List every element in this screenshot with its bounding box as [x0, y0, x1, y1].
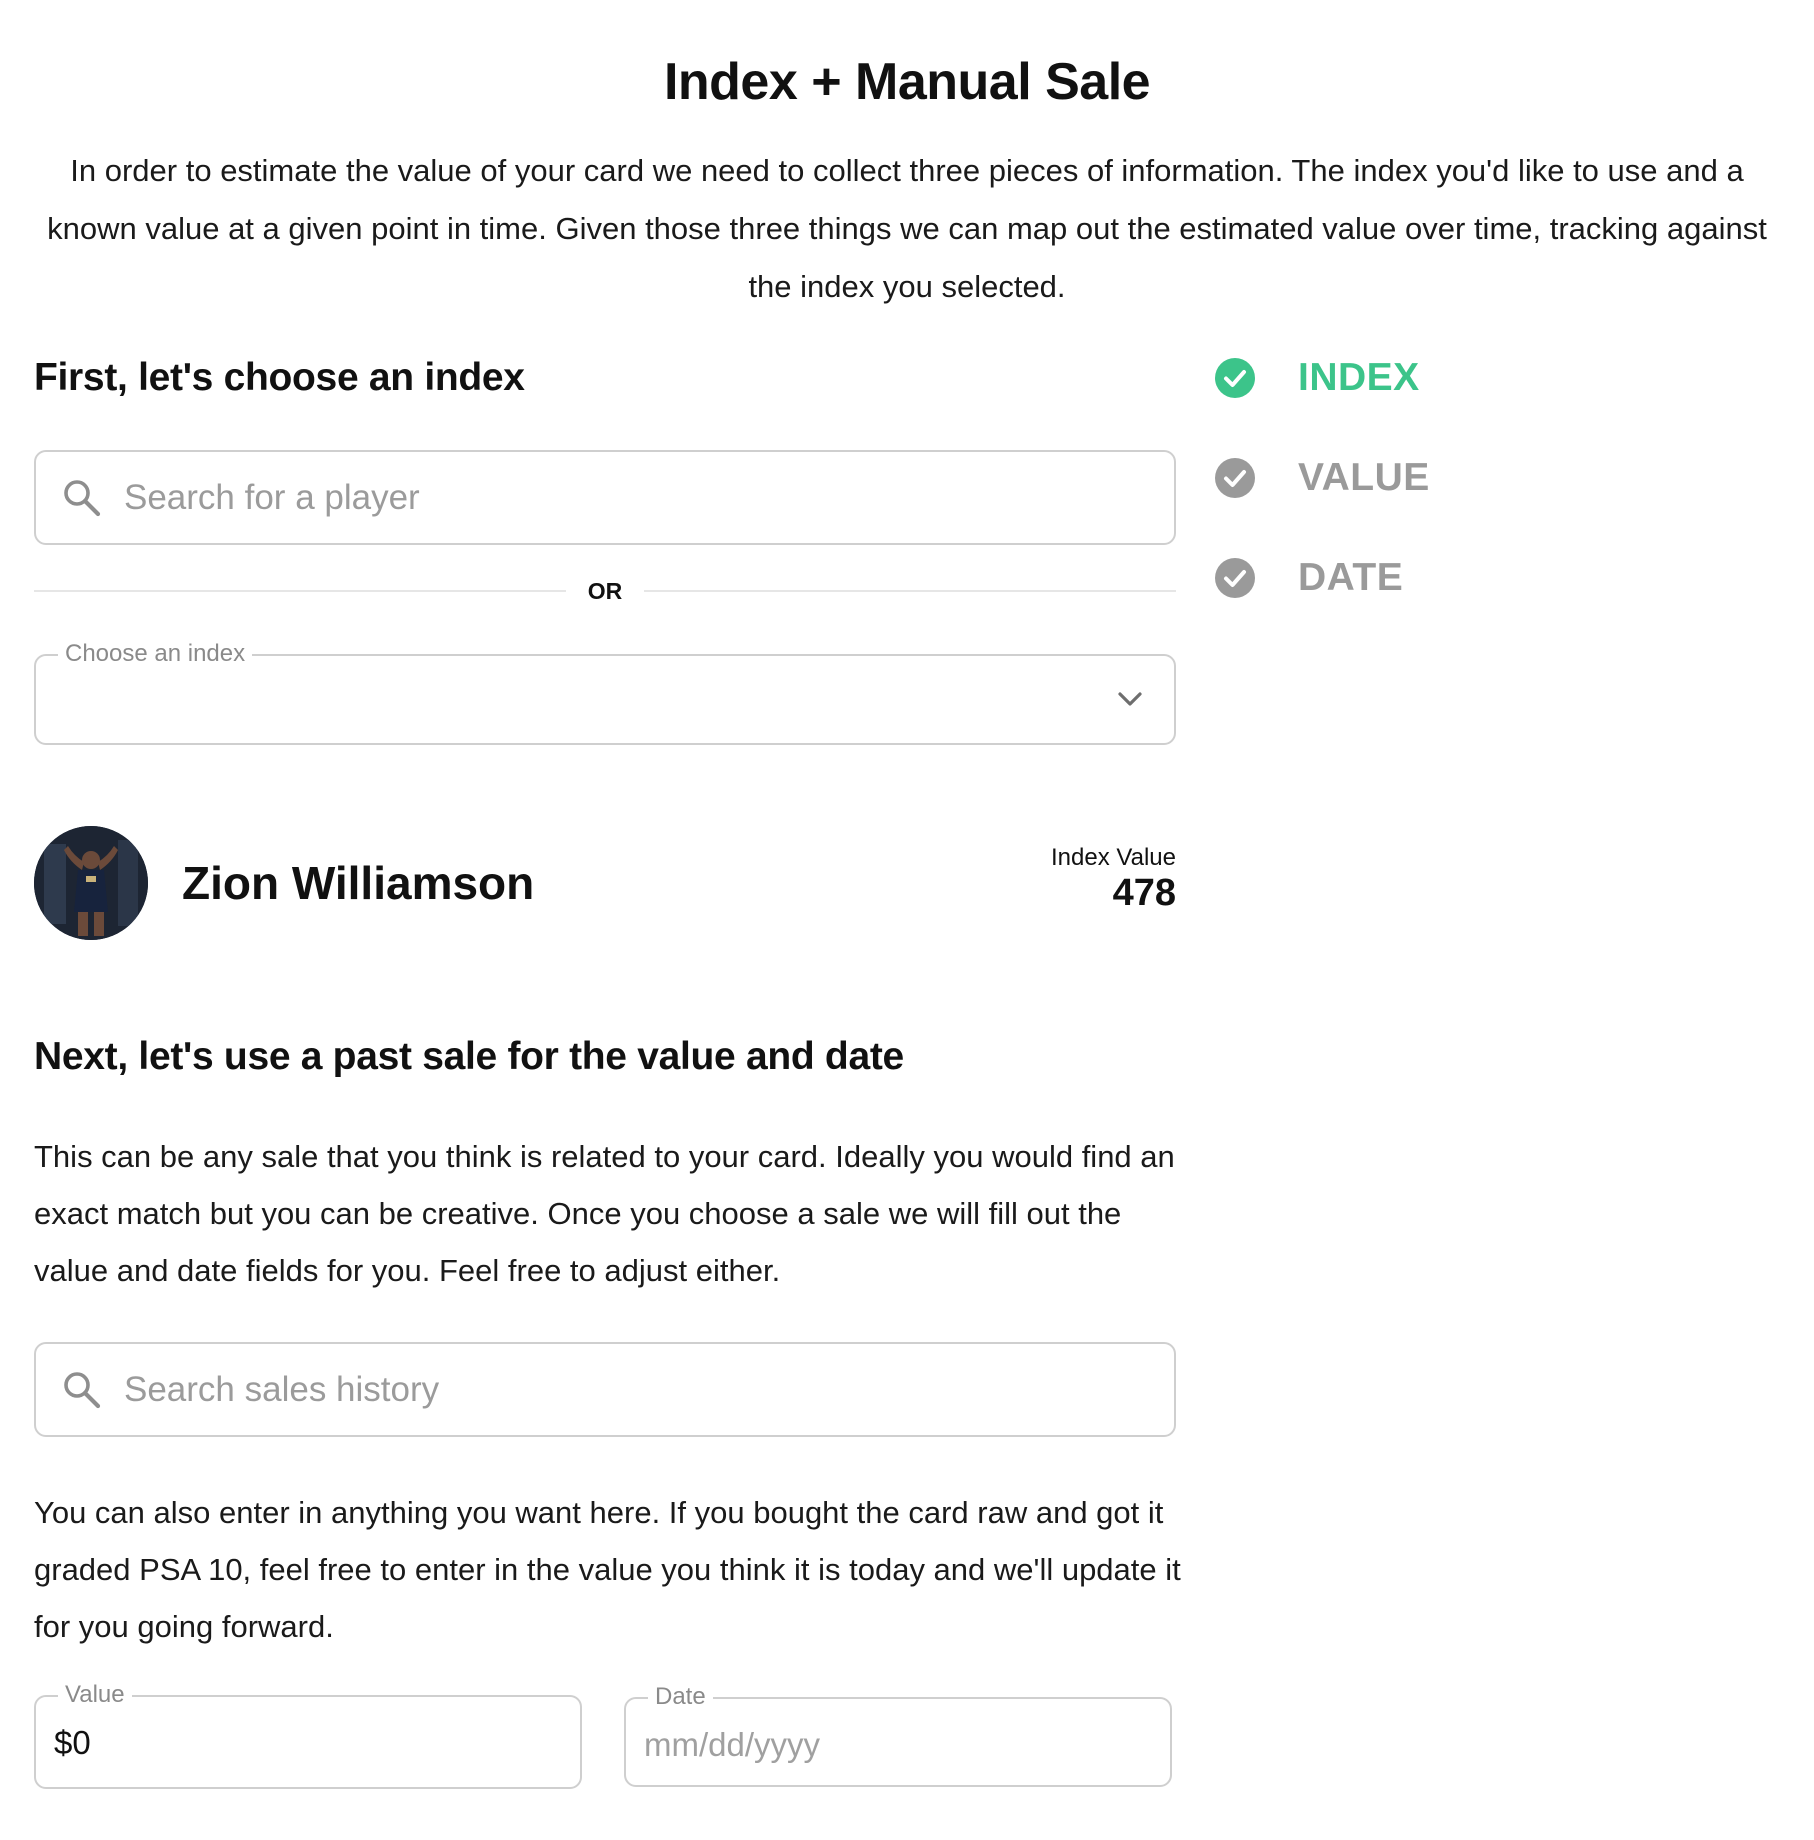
search-icon [64, 1371, 101, 1408]
check-circle-icon [1215, 558, 1255, 598]
check-circle-icon [1215, 458, 1255, 498]
sale-section-heading: Next, let's use a past sale for the valu… [34, 1035, 904, 1078]
divider-line-left [34, 590, 566, 592]
step-label-index: INDEX [1298, 356, 1420, 399]
player-search-input[interactable] [124, 467, 1174, 528]
value-field-legend: Value [58, 1680, 132, 1710]
page-title: Index + Manual Sale [663, 53, 1151, 111]
sales-search-box[interactable] [34, 1342, 1176, 1437]
chevron-down-icon[interactable] [1116, 689, 1144, 709]
index-value-label: Index Value [1051, 844, 1176, 871]
index-select-legend: Choose an index [58, 639, 253, 669]
step-label-date: DATE [1298, 556, 1404, 599]
step-value: VALUE [1214, 456, 1474, 500]
player-name: Zion Williamson [182, 857, 535, 909]
date-field-legend: Date [648, 1682, 713, 1712]
index-select-value [54, 674, 1156, 730]
search-icon [64, 479, 101, 516]
divider-line-right [644, 590, 1176, 592]
date-input[interactable] [644, 1717, 1152, 1773]
step-date: DATE [1214, 556, 1474, 600]
index-value: 478 [1112, 872, 1176, 914]
index-select[interactable]: Choose an index [34, 639, 1176, 745]
player-avatar [34, 826, 148, 940]
intro-text: In order to estimate the value of your c… [47, 153, 1767, 304]
page: Index + Manual Sale In order to estimate… [0, 0, 1814, 1840]
or-label: OR [587, 577, 623, 604]
manual-entry-text: You can also enter in anything you want … [34, 1495, 1181, 1644]
sales-search-input[interactable] [124, 1359, 1174, 1420]
date-field[interactable]: Date [624, 1682, 1172, 1787]
sale-section-description: This can be any sale that you think is r… [34, 1139, 1175, 1288]
value-field[interactable]: Value [34, 1680, 582, 1789]
or-divider: OR [34, 574, 1176, 608]
selected-player: Zion Williamson Index Value 478 [34, 826, 1176, 940]
step-label-value: VALUE [1298, 456, 1430, 499]
check-circle-icon [1215, 358, 1255, 398]
value-input[interactable] [54, 1715, 562, 1771]
player-search-box[interactable] [34, 450, 1176, 545]
step-index: INDEX [1214, 356, 1474, 400]
index-section-heading: First, let's choose an index [34, 356, 525, 399]
player-photo-icon [34, 826, 148, 940]
